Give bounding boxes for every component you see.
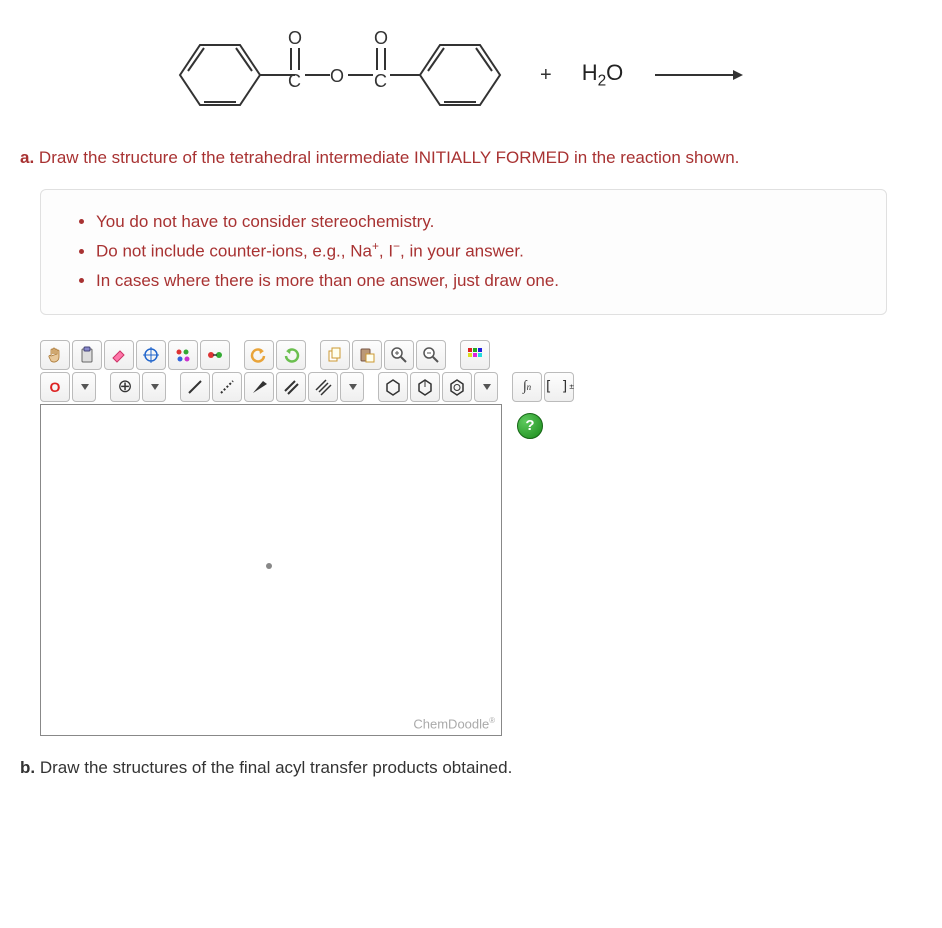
reactant-structure: O C O O C (160, 30, 510, 120)
help-button[interactable]: ? (517, 413, 543, 439)
svg-text:O: O (330, 66, 344, 86)
brackets-tool[interactable]: [ ]± (544, 372, 574, 402)
double-bond-tool[interactable] (276, 372, 306, 402)
reaction-arrow (653, 65, 743, 85)
svg-text:O: O (374, 30, 388, 48)
charge-tool[interactable]: ⊕ (110, 372, 140, 402)
drawing-canvas[interactable]: ? ChemDoodle® (40, 404, 502, 736)
plus-sign: + (540, 64, 552, 87)
question-a: a. Draw the structure of the tetrahedral… (20, 145, 922, 171)
svg-text:C: C (374, 71, 387, 91)
undo-button[interactable] (244, 340, 274, 370)
wedge-bond-tool[interactable] (244, 372, 274, 402)
dotted-bond-tool[interactable] (212, 372, 242, 402)
paste-button[interactable] (352, 340, 382, 370)
question-b-text: Draw the structures of the final acyl tr… (35, 758, 512, 777)
copy-button[interactable] (320, 340, 350, 370)
question-a-text: Draw the structure of the tetrahedral in… (34, 148, 739, 167)
hint-item: In cases where there is more than one an… (96, 267, 866, 296)
ring-tool[interactable] (378, 372, 408, 402)
atom-picker-dropdown[interactable] (72, 372, 96, 402)
hint-item: Do not include counter-ions, e.g., Na+, … (96, 236, 866, 267)
toolbar-row-1 (40, 340, 600, 370)
question-b: b. Draw the structures of the final acyl… (20, 758, 922, 778)
redo-button[interactable] (276, 340, 306, 370)
crosshair-tool[interactable] (136, 340, 166, 370)
question-a-label: a. (20, 148, 34, 167)
group-tool[interactable] (200, 340, 230, 370)
zoom-out-button[interactable] (416, 340, 446, 370)
integral-tool[interactable]: ∫n (512, 372, 542, 402)
svg-text:C: C (288, 71, 301, 91)
atoms-tool[interactable] (168, 340, 198, 370)
hint-item: You do not have to consider stereochemis… (96, 208, 866, 237)
structure-editor: O ⊕ ∫n [ ]± ? ChemDoodle® (40, 340, 600, 736)
reaction-scheme: O C O O C + H2O (20, 20, 922, 145)
toolbar-row-2: O ⊕ ∫n [ ]± (40, 372, 600, 402)
chemdoodle-branding: ChemDoodle® (413, 716, 495, 731)
hand-tool[interactable] (40, 340, 70, 370)
question-b-label: b. (20, 758, 35, 777)
benzene-tool[interactable] (442, 372, 472, 402)
ring-dropdown[interactable] (474, 372, 498, 402)
bond-dropdown[interactable] (340, 372, 364, 402)
eraser-tool[interactable] (104, 340, 134, 370)
zoom-in-button[interactable] (384, 340, 414, 370)
clipboard-tool[interactable] (72, 340, 102, 370)
charge-dropdown[interactable] (142, 372, 166, 402)
single-bond-tool[interactable] (180, 372, 210, 402)
triple-bond-tool[interactable] (308, 372, 338, 402)
canvas-start-dot (266, 563, 272, 569)
reagent-h2o: H2O (582, 60, 624, 90)
atom-picker[interactable]: O (40, 372, 70, 402)
ring-stereo-tool[interactable] (410, 372, 440, 402)
svg-text:O: O (288, 30, 302, 48)
color-tool[interactable] (460, 340, 490, 370)
hints-box: You do not have to consider stereochemis… (40, 189, 887, 315)
